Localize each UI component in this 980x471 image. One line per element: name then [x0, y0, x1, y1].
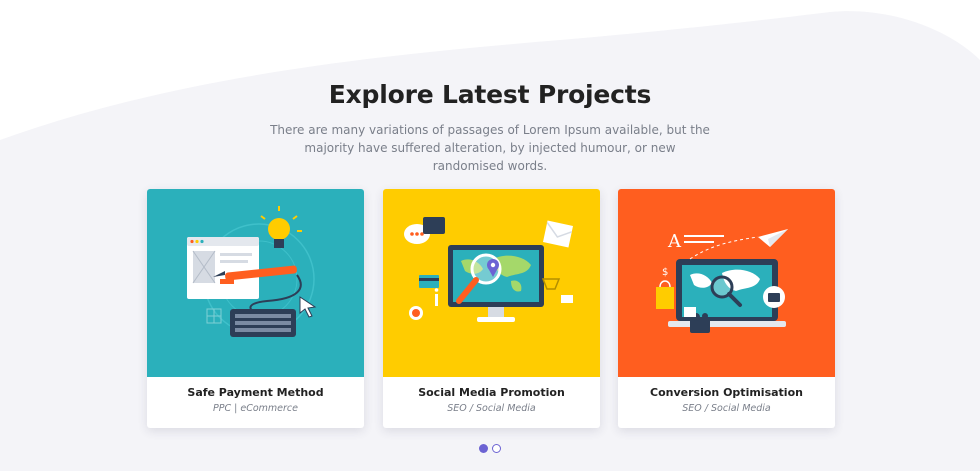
payment-illustration [147, 189, 364, 377]
conversion-illustration: A $ [618, 189, 835, 377]
letter-a-icon: A [667, 231, 682, 252]
project-title[interactable]: Safe Payment Method [147, 386, 364, 399]
project-title[interactable]: Social Media Promotion [383, 386, 600, 399]
project-tags: SEO / Social Media [682, 403, 771, 414]
pagination-dot-active[interactable] [479, 444, 488, 453]
target-icon [409, 306, 423, 320]
pagination-dot[interactable] [492, 444, 501, 453]
project-card-social-media[interactable]: Social Media Promotion SEO / Social Medi… [383, 189, 600, 428]
briefcase-icon [763, 286, 785, 308]
project-image[interactable] [147, 189, 364, 377]
project-title[interactable]: Conversion Optimisation [618, 386, 835, 399]
section-title: Explore Latest Projects [328, 80, 652, 109]
project-card-safe-payment[interactable]: Safe Payment Method PPC | eCommerce [147, 189, 364, 428]
project-card-conversion[interactable]: A $ Conversion Optimisation SEO / Social… [618, 189, 835, 428]
project-image[interactable]: A $ [618, 189, 835, 377]
project-tags: PPC | eCommerce [213, 403, 298, 414]
browser-window-icon [187, 237, 259, 299]
section-subtitle: There are many variations of passages of… [270, 123, 710, 173]
projects-section: Explore Latest Projects There are many v… [0, 0, 980, 471]
social-media-illustration [383, 189, 600, 377]
carousel-pagination [479, 444, 505, 454]
dollar-icon: $ [662, 267, 668, 278]
project-image[interactable] [383, 189, 600, 377]
credit-card-icon [419, 275, 439, 288]
keyboard-icon [230, 309, 296, 337]
project-tags: SEO / Social Media [447, 403, 536, 414]
